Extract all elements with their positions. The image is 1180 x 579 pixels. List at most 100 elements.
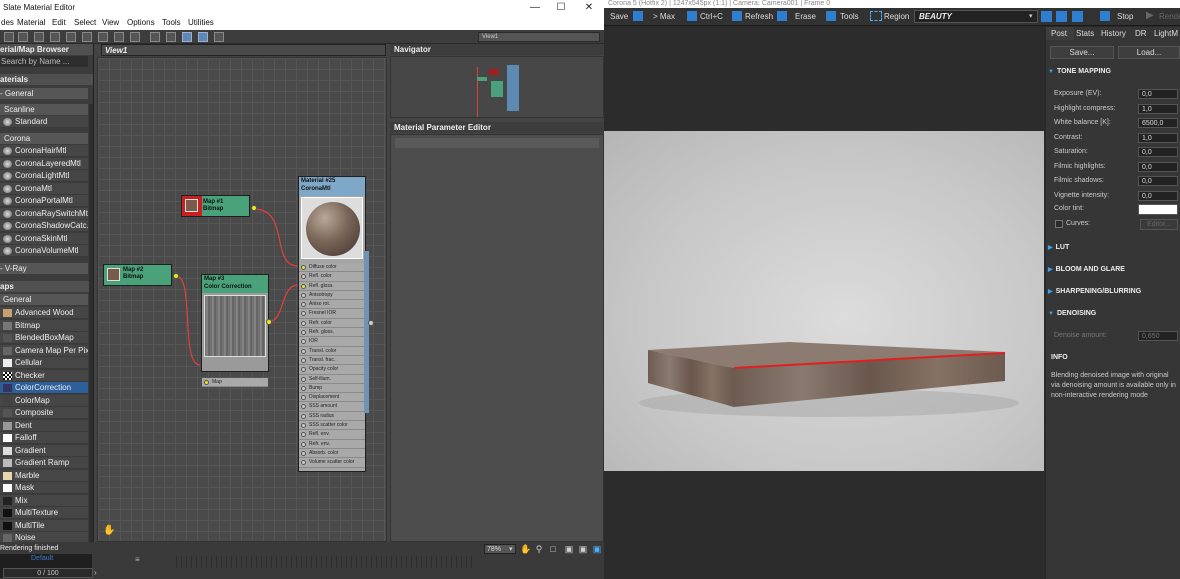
node-material-output[interactable] <box>368 320 374 326</box>
vfb-max-button[interactable]: > Max <box>653 11 675 23</box>
node-map1[interactable]: Map #1 Bitmap <box>181 195 250 217</box>
material-slot[interactable]: Refl. gloss. <box>299 281 365 291</box>
slot-input-socket[interactable] <box>301 357 306 363</box>
slot-input-socket[interactable] <box>301 311 306 317</box>
material-slot[interactable]: Displacement <box>299 393 365 403</box>
zoom-icon[interactable]: ⚲ <box>534 544 544 554</box>
zoom-extents-selected-icon[interactable]: ▣ <box>578 544 588 554</box>
zoom-extents-icon[interactable]: ▣ <box>564 544 574 554</box>
node-map3-slot-map[interactable]: Map <box>202 378 268 388</box>
tab-stats[interactable]: Stats <box>1076 28 1094 40</box>
zoom-in-icon[interactable] <box>1041 11 1052 22</box>
slot-input-socket[interactable] <box>301 460 306 466</box>
pan-icon[interactable]: ✋ <box>520 544 531 554</box>
material-slot[interactable]: Transl. frac. <box>299 355 365 366</box>
material-slot[interactable]: SSS scatter color <box>299 421 365 431</box>
material-slot[interactable]: Volume scatter color <box>299 458 365 468</box>
vfb-erase-button[interactable]: Erase <box>795 11 816 23</box>
vfb-render-button[interactable]: Rende <box>1159 11 1180 23</box>
material-slot[interactable]: IOR <box>299 337 365 347</box>
slot-input-socket[interactable] <box>301 265 306 270</box>
material-slot[interactable]: Refr. gloss. <box>299 328 365 338</box>
material-slot[interactable]: Bump <box>299 383 365 394</box>
node-material25[interactable]: Material #25 CoronaMtl Diffuse color Refl… <box>298 176 366 472</box>
material-slot[interactable]: Absorb. color <box>299 448 365 459</box>
slot-input-socket[interactable] <box>301 432 306 438</box>
slot-input-socket[interactable] <box>301 283 306 289</box>
material-slot[interactable]: Opacity color <box>299 365 365 375</box>
save-preset-button[interactable]: Save... <box>1050 46 1114 59</box>
navigator-panel[interactable] <box>390 56 604 118</box>
slot-input-socket[interactable] <box>301 348 306 354</box>
slot-input-socket[interactable] <box>301 404 306 410</box>
node-map3[interactable]: Map #3 Color Correction Map <box>201 274 269 388</box>
section-denoising[interactable]: ▼ DENOISING <box>1048 307 1180 321</box>
slot-input-socket[interactable] <box>301 292 306 298</box>
param-value-field[interactable]: 0,0 <box>1138 176 1178 186</box>
material-slot[interactable]: Self-illum. <box>299 374 365 384</box>
material-slot[interactable]: Fresnel IOR <box>299 309 365 319</box>
slot-input-socket[interactable] <box>301 330 306 336</box>
material-slot[interactable]: SSS amount <box>299 402 365 412</box>
slot-input-socket[interactable] <box>301 413 306 419</box>
param-value-field[interactable]: 0,0 <box>1138 147 1178 157</box>
slot-input-socket[interactable] <box>301 395 306 401</box>
slot-input-socket[interactable] <box>301 441 306 447</box>
vfb-tools-button[interactable]: Tools <box>840 11 859 23</box>
material-slot[interactable]: Anisotropy <box>299 290 365 301</box>
section-sharpening[interactable]: ▶ SHARPENING/BLURRING <box>1048 285 1180 299</box>
vfb-region-button[interactable]: Region <box>884 11 909 23</box>
param-value-field[interactable]: 0,0 <box>1138 190 1178 201</box>
slot-input-socket[interactable] <box>301 376 306 382</box>
material-slot[interactable]: Refl. env. <box>299 430 365 440</box>
material-slot[interactable]: Diffuse color <box>299 263 365 273</box>
rendered-image[interactable] <box>604 131 1044 471</box>
slot-input-socket[interactable] <box>301 320 306 326</box>
material-slot[interactable]: Refl. color <box>299 272 365 282</box>
section-tone-mapping[interactable]: ▼ TONE MAPPING <box>1048 65 1180 79</box>
vfb-refresh-button[interactable]: Refresh <box>745 11 773 23</box>
vfb-save-button[interactable]: Save <box>610 11 628 23</box>
curves-editor-button[interactable]: Editor... <box>1140 219 1178 230</box>
drag-handle-icon[interactable]: ≡ <box>135 555 140 564</box>
slot-input-socket[interactable] <box>301 302 306 308</box>
zoom-fit-icon[interactable] <box>1072 11 1083 22</box>
tab-history[interactable]: History <box>1101 28 1126 40</box>
zoom-out-icon[interactable] <box>1056 11 1067 22</box>
node-map2[interactable]: Map #2 Bitmap <box>103 264 172 286</box>
chevron-right-icon[interactable]: › <box>94 568 102 578</box>
slot-input-socket[interactable] <box>301 450 306 456</box>
tab-lightmix[interactable]: LightM <box>1154 28 1178 40</box>
param-value-field[interactable]: 1,0 <box>1138 103 1178 114</box>
material-slot[interactable]: SSS radius <box>299 411 365 422</box>
node-map2-output[interactable] <box>173 273 179 279</box>
material-slot[interactable]: Transl. color <box>299 346 365 356</box>
zoom-extents-all-icon[interactable]: ▣ <box>592 544 602 554</box>
vfb-stop-button[interactable]: Stop <box>1117 11 1133 23</box>
node-map1-output[interactable] <box>251 205 257 211</box>
section-lut[interactable]: ▶ LUT <box>1048 241 1180 255</box>
section-bloom-glare[interactable]: ▶ BLOOM AND GLARE <box>1048 263 1180 277</box>
pan-hand-icon[interactable]: ✋ <box>103 525 115 536</box>
timeline-track[interactable] <box>172 556 472 568</box>
slot-input-socket[interactable] <box>301 423 306 429</box>
tab-dr[interactable]: DR <box>1135 28 1147 40</box>
material-slot[interactable]: Refr. env. <box>299 439 365 449</box>
slot-input-socket[interactable] <box>301 385 306 391</box>
material-parameter-editor-panel[interactable] <box>390 134 604 542</box>
param-value-field[interactable]: 0,0 <box>1138 89 1178 99</box>
slot-input-socket[interactable] <box>301 274 306 280</box>
material-slot[interactable]: Aniso rot. <box>299 300 365 310</box>
material-slot[interactable]: Refr. color <box>299 318 365 329</box>
tab-post[interactable]: Post <box>1051 28 1067 40</box>
load-preset-button[interactable]: Load... <box>1118 46 1180 59</box>
slot-input-socket[interactable] <box>301 339 306 345</box>
vfb-copy-button[interactable]: Ctrl+C <box>700 11 723 23</box>
zoom-region-icon[interactable]: □ <box>548 544 558 554</box>
curves-checkbox[interactable] <box>1055 220 1063 228</box>
color-tint-swatch[interactable] <box>1138 204 1178 215</box>
param-value-field[interactable]: 6500,0 <box>1138 118 1178 128</box>
render-pass-dropdown[interactable]: BEAUTY <box>914 10 1038 23</box>
param-value-field[interactable]: 1,0 <box>1138 132 1178 143</box>
node-map3-output[interactable] <box>266 319 272 325</box>
